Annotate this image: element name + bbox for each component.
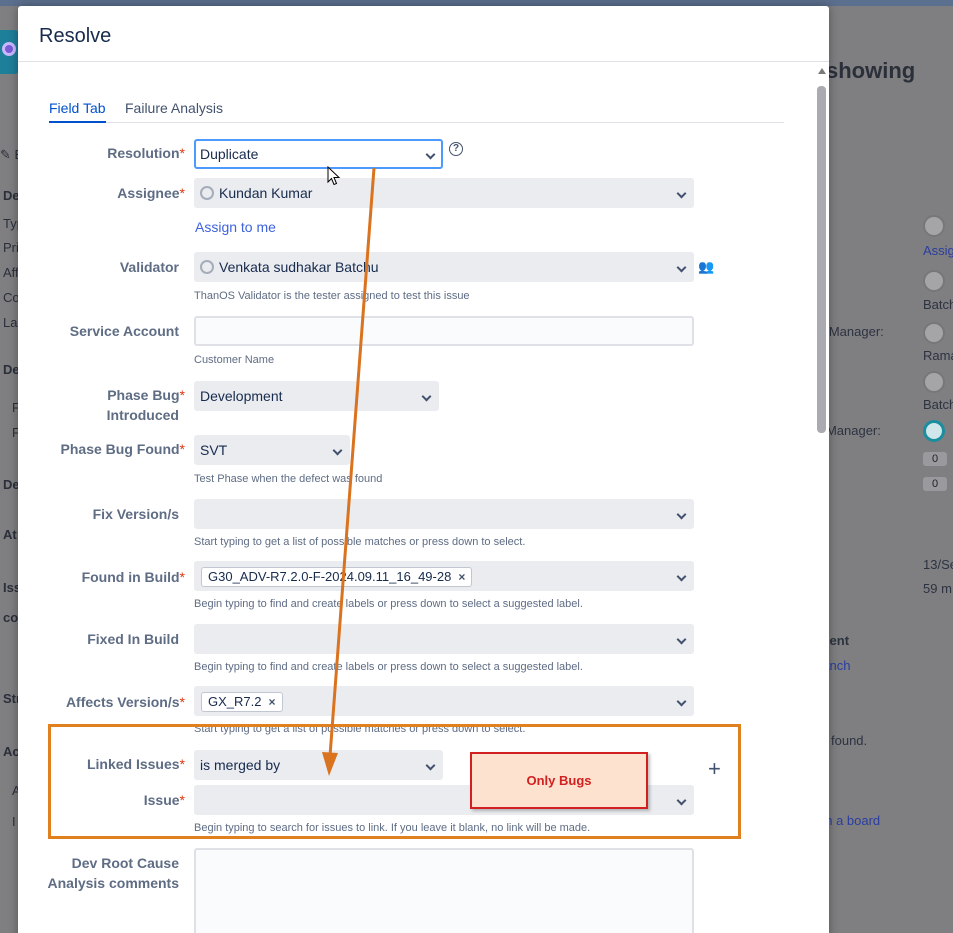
cursor-icon — [327, 166, 341, 186]
arrow-head — [322, 752, 338, 776]
arrow-line — [328, 167, 376, 757]
annotation-arrow — [322, 167, 376, 776]
